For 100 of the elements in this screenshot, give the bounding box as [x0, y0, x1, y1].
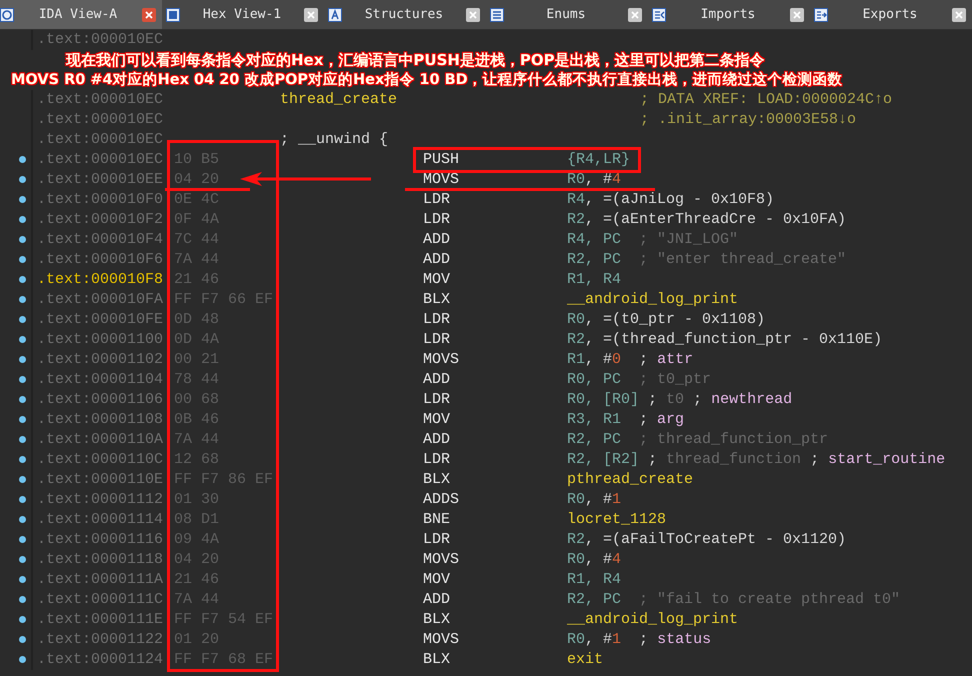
operands: R0, #4 — [567, 172, 622, 188]
mnemonic: BLX — [423, 292, 450, 308]
address: .text:000010F4 — [37, 232, 164, 248]
address: .text:000010EC — [37, 132, 164, 148]
mnemonic: ADD — [423, 232, 450, 248]
address: .text:00001122 — [37, 632, 164, 648]
address: .text:00001118 — [37, 552, 164, 568]
operands: R4, PC ; "JNI_LOG" — [567, 232, 738, 248]
close-icon[interactable] — [142, 8, 156, 22]
close-icon[interactable] — [952, 8, 966, 22]
mnemonic: BLX — [423, 612, 450, 628]
operands: locret_1128 — [567, 512, 666, 528]
operands: __android_log_print — [567, 612, 738, 628]
address: .text:000010F6 — [37, 252, 164, 268]
mnemonic: MOVS — [423, 352, 460, 368]
mnemonic: MOV — [423, 412, 450, 428]
address: .text:00001104 — [37, 372, 164, 388]
close-icon[interactable] — [790, 8, 804, 22]
mnemonic: LDR — [423, 392, 450, 408]
operands: R2, PC ; "enter thread_create" — [567, 252, 846, 268]
mnemonic: MOV — [423, 572, 450, 588]
tab[interactable]: Imports — [648, 0, 810, 29]
address: .text:000010EC — [37, 152, 164, 168]
mnemonic: MOVS — [423, 632, 460, 648]
address: .text:000010EC — [37, 32, 164, 48]
address: .text:00001124 — [37, 652, 164, 668]
address: .text:000010EE — [37, 172, 164, 188]
operands: R2, PC ; thread_function_ptr — [567, 432, 828, 448]
operands: R0, PC ; t0_ptr — [567, 372, 712, 388]
address: .text:0000111A — [37, 572, 164, 588]
mnemonic: LDR — [423, 192, 450, 208]
mnemonic: LDR — [423, 452, 450, 468]
mnemonic: ADD — [423, 252, 450, 268]
operands: R0, #1 ; status — [567, 632, 712, 648]
address: .text:0000110C — [37, 452, 164, 468]
code-label: thread_create — [280, 92, 398, 108]
operands: R2, =(thread_function_ptr - 0x110E) — [567, 332, 882, 348]
operands: R4, =(aJniLog - 0x10F8) — [567, 192, 774, 208]
address: .text:00001108 — [37, 412, 164, 428]
address: .text:0000110A — [37, 432, 164, 448]
mnemonic: ADD — [423, 372, 450, 388]
tab[interactable]: Hex View-1 — [162, 0, 324, 29]
close-icon[interactable] — [304, 8, 318, 22]
mnemonic: PUSH — [423, 152, 460, 168]
mnemonic: LDR — [423, 212, 450, 228]
address: .text:00001112 — [37, 492, 164, 508]
hex-icon — [166, 8, 180, 22]
mnemonic: MOVS — [423, 552, 460, 568]
mnemonic: LDR — [423, 332, 450, 348]
address: .text:00001106 — [37, 392, 164, 408]
operands: R0, [R0] ; t0 ; newthread — [567, 392, 792, 408]
mnemonic: ADDS — [423, 492, 460, 508]
address: .text:000010F8 — [37, 272, 164, 288]
operands: R1, R4 — [567, 572, 622, 588]
tab[interactable]: Exports — [810, 0, 972, 29]
operands: R0, =(t0_ptr - 0x1108) — [567, 312, 766, 328]
operands: R0, #4 — [567, 552, 622, 568]
operands: __android_log_print — [567, 292, 738, 308]
address: .text:00001100 — [37, 332, 164, 348]
operands: exit — [567, 652, 604, 668]
close-icon[interactable] — [628, 8, 642, 22]
operands: R1, R4 — [567, 272, 622, 288]
list-icon — [490, 8, 504, 22]
operands: R0, #1 — [567, 492, 622, 508]
annotation-text: MOVS R0 #4对应的Hex 04 20 改成POP对应的Hex指令 10 BD，让程序什么都不执行直接出栈，进而绕过这个检测函数 — [11, 70, 843, 90]
address: .text:00001116 — [37, 532, 164, 548]
xref-comment: ; DATA XREF: LOAD:0000024C↑o — [640, 92, 892, 108]
mnemonic: ADD — [423, 592, 450, 608]
operands: pthread_create — [567, 472, 694, 488]
mnemonic: BLX — [423, 472, 450, 488]
address: .text:000010EC — [37, 92, 164, 108]
mnemonic: LDR — [423, 532, 450, 548]
mnemonic: BNE — [423, 512, 450, 528]
address: .text:0000110E — [37, 472, 164, 488]
tab[interactable]: Enums — [486, 0, 648, 29]
operands: R2, [R2] ; thread_function ; start_routine — [567, 452, 946, 468]
structure-icon — [328, 8, 342, 22]
address: .text:000010FA — [37, 292, 164, 308]
address: .text:000010F0 — [37, 192, 164, 208]
mnemonic: BLX — [423, 652, 450, 668]
code-label: ; __unwind { — [280, 132, 388, 148]
operands: R2, =(aFailToCreatePt - 0x1120) — [567, 532, 846, 548]
address: .text:000010EC — [37, 112, 164, 128]
xref-comment: ; .init_array:00003E58↓o — [640, 112, 856, 128]
address: .text:000010FE — [37, 312, 164, 328]
address: .text:00001114 — [37, 512, 164, 528]
operands: R2, =(aEnterThreadCre - 0x10FA) — [567, 212, 846, 228]
mnemonic: LDR — [423, 312, 450, 328]
address: .text:0000111C — [37, 592, 164, 608]
close-icon[interactable] — [466, 8, 480, 22]
mnemonic: ADD — [423, 432, 450, 448]
export-icon — [814, 8, 828, 22]
operands: {R4,LR} — [567, 152, 630, 168]
address: .text:000010F2 — [37, 212, 164, 228]
mnemonic: MOVS — [423, 172, 460, 188]
address: .text:0000111E — [37, 612, 164, 628]
tab[interactable]: IDA View-A — [0, 0, 162, 29]
operands: R3, R1 ; arg — [567, 412, 684, 428]
operands: R2, PC ; "fail to create pthread t0" — [567, 592, 900, 608]
tab[interactable]: Structures — [324, 0, 486, 29]
